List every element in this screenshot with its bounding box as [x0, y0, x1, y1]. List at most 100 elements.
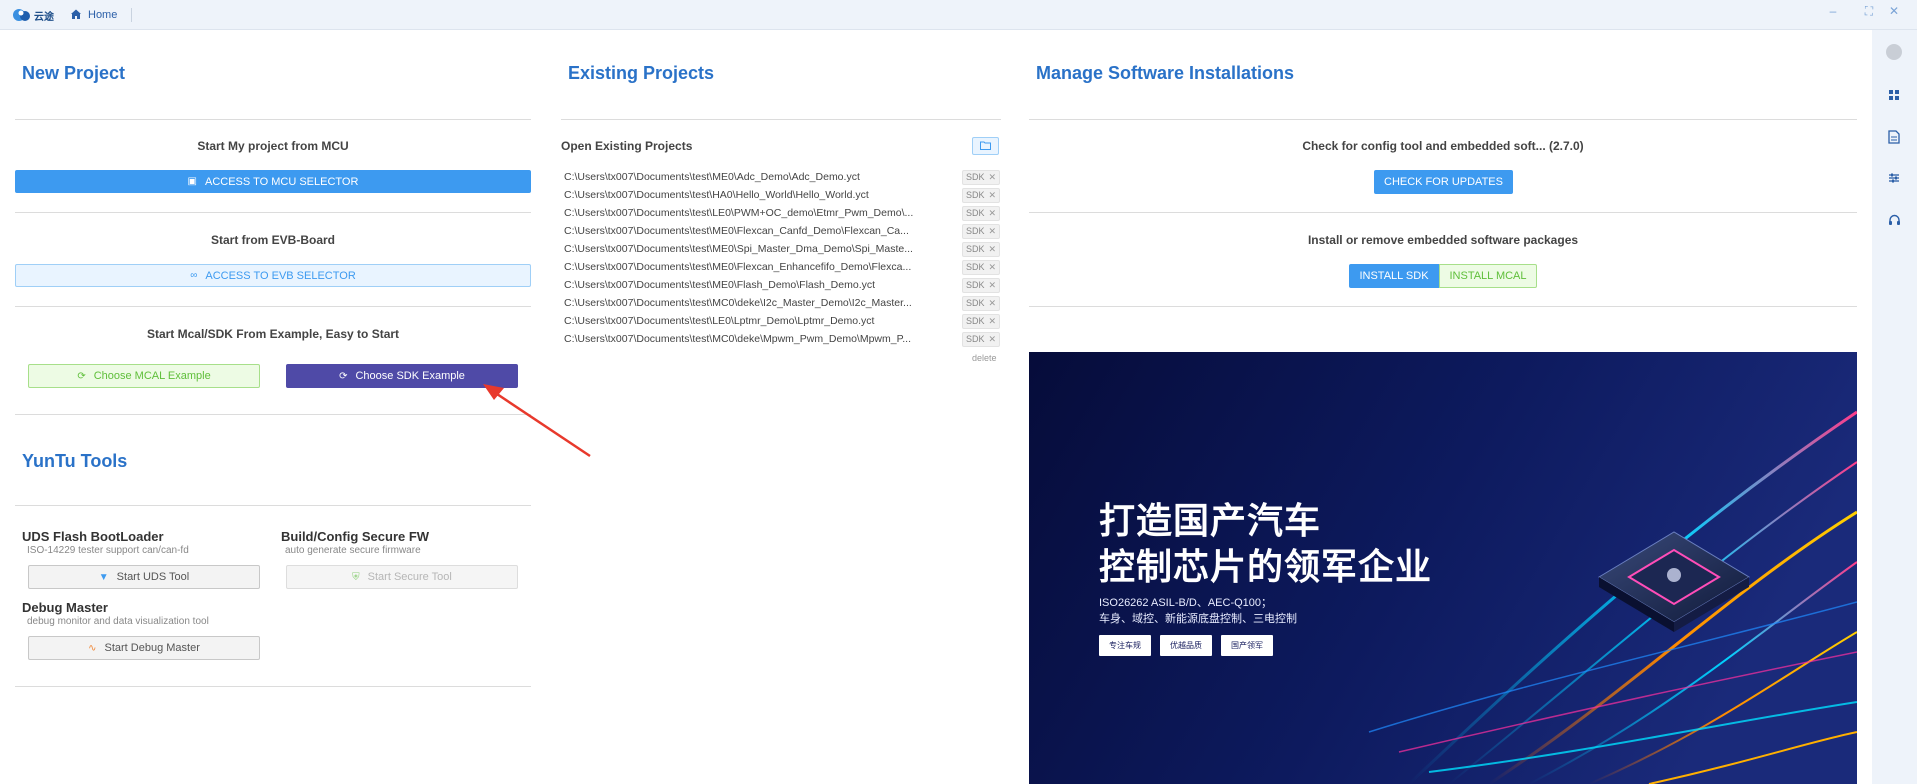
uds-tool-name: UDS Flash BootLoader: [22, 529, 164, 544]
chip-icon: ▣: [187, 176, 197, 187]
sdk-tag: SDK ✕: [961, 223, 1000, 239]
chart-line-icon: ∿: [88, 642, 97, 654]
sdk-tag: SDK ✕: [961, 169, 1000, 185]
project-row[interactable]: C:\Users\tx007\Documents\test\HA0\Hello_…: [564, 186, 1000, 204]
project-row[interactable]: C:\Users\tx007\Documents\test\LE0\PWM+OC…: [564, 204, 1000, 222]
close-button[interactable]: ✕: [1887, 4, 1901, 18]
project-row[interactable]: C:\Users\tx007\Documents\test\ME0\Flexca…: [564, 222, 1000, 240]
folder-icon: [980, 137, 991, 155]
logo-text: 云途: [34, 11, 54, 23]
sliders-icon[interactable]: [1884, 168, 1904, 188]
start-secure-tool-button[interactable]: ⛨ Start Secure Tool: [286, 565, 518, 589]
banner-chip: 优越品质: [1160, 635, 1212, 656]
debug-master-label: Start Debug Master: [104, 642, 200, 654]
debug-master-desc: debug monitor and data visualization too…: [27, 616, 209, 627]
project-row[interactable]: C:\Users\tx007\Documents\test\ME0\Flexca…: [564, 258, 1000, 276]
divider: [15, 212, 531, 213]
document-icon[interactable]: [1884, 127, 1904, 147]
avatar[interactable]: [1884, 42, 1904, 62]
open-existing-label: Open Existing Projects: [561, 139, 693, 153]
install-sdk-button[interactable]: INSTALL SDK: [1349, 264, 1439, 288]
start-uds-tool-button[interactable]: ▼ Start UDS Tool: [28, 565, 260, 589]
banner-headline-1: 打造国产汽车: [1099, 500, 1322, 541]
project-path[interactable]: C:\Users\tx007\Documents\test\LE0\Lptmr_…: [564, 315, 924, 327]
project-path[interactable]: C:\Users\tx007\Documents\test\MC0\deke\I…: [564, 297, 924, 309]
project-path[interactable]: C:\Users\tx007\Documents\test\ME0\Flexca…: [564, 261, 924, 273]
project-row[interactable]: C:\Users\tx007\Documents\test\ME0\Adc_De…: [564, 168, 1000, 186]
project-row[interactable]: C:\Users\tx007\Documents\test\ME0\Flash_…: [564, 276, 1000, 294]
remove-icon[interactable]: ✕: [988, 190, 996, 201]
secure-fw-desc: auto generate secure firmware: [285, 545, 421, 556]
project-path[interactable]: C:\Users\tx007\Documents\test\HA0\Hello_…: [564, 189, 924, 201]
divider: [15, 686, 531, 687]
project-path[interactable]: C:\Users\tx007\Documents\test\ME0\Spi_Ma…: [564, 243, 924, 255]
headset-icon[interactable]: [1884, 210, 1904, 230]
project-row[interactable]: C:\Users\tx007\Documents\test\LE0\Lptmr_…: [564, 312, 1000, 330]
shield-check-icon: ⛨: [352, 571, 360, 583]
remove-icon[interactable]: ✕: [988, 262, 996, 273]
sdk-tag: SDK ✕: [961, 205, 1000, 221]
start-debug-master-button[interactable]: ∿ Start Debug Master: [28, 636, 260, 660]
minimize-button[interactable]: –: [1826, 4, 1840, 18]
project-path[interactable]: C:\Users\tx007\Documents\test\ME0\Flash_…: [564, 279, 924, 291]
remove-icon[interactable]: ✕: [988, 172, 996, 183]
project-path[interactable]: C:\Users\tx007\Documents\test\LE0\PWM+OC…: [564, 207, 924, 219]
remove-icon[interactable]: ✕: [988, 316, 996, 327]
project-row[interactable]: C:\Users\tx007\Documents\test\ME0\Spi_Ma…: [564, 240, 1000, 258]
manage-software-title: Manage Software Installations: [1036, 63, 1295, 83]
remove-icon[interactable]: ✕: [988, 298, 996, 309]
project-row[interactable]: C:\Users\tx007\Documents\test\MC0\deke\I…: [564, 294, 1000, 312]
choose-mcal-example-button[interactable]: ⟳ Choose MCAL Example: [28, 364, 260, 388]
divider: [561, 119, 1001, 120]
annotation-arrow: [483, 384, 591, 458]
divider: [1029, 212, 1857, 213]
divider: [15, 306, 531, 307]
sdk-tag: SDK ✕: [961, 313, 1000, 329]
check-heading: Check for config tool and embedded soft.…: [1302, 139, 1584, 153]
divider: [1029, 119, 1857, 120]
remove-icon[interactable]: ✕: [988, 208, 996, 219]
banner-chip: 国产领军: [1221, 635, 1273, 656]
check-for-updates-button[interactable]: CHECK FOR UPDATES: [1374, 170, 1513, 194]
open-folder-button[interactable]: [972, 137, 999, 155]
divider: [1029, 306, 1857, 307]
evb-heading: Start from EVB-Board: [210, 233, 335, 247]
project-path[interactable]: C:\Users\tx007\Documents\test\MC0\deke\M…: [564, 333, 924, 345]
remove-icon[interactable]: ✕: [988, 334, 996, 345]
remove-icon[interactable]: ✕: [988, 226, 996, 237]
install-mcal-button[interactable]: INSTALL MCAL: [1439, 264, 1537, 288]
promo-banner: 打造国产汽车 控制芯片的领军企业 ISO26262 ASIL-B/D、AEC-Q…: [1029, 352, 1857, 784]
evb-selector-button[interactable]: ∞ ACCESS TO EVB SELECTOR: [15, 264, 531, 287]
evb-selector-label: ACCESS TO EVB SELECTOR: [205, 269, 356, 282]
remove-icon[interactable]: ✕: [988, 244, 996, 255]
sdk-tag: SDK ✕: [961, 259, 1000, 275]
sdk-tag: SDK ✕: [961, 241, 1000, 257]
refresh-icon: ⟳: [77, 370, 86, 382]
sdk-tag: SDK ✕: [961, 187, 1000, 203]
divider: [15, 119, 531, 120]
secure-tool-label: Start Secure Tool: [367, 571, 452, 583]
debug-master-name: Debug Master: [22, 600, 108, 615]
grid-icon[interactable]: [1884, 85, 1904, 105]
uds-tool-desc: ISO-14229 tester support can/can-fd: [27, 545, 189, 556]
mcu-selector-label: ACCESS TO MCU SELECTOR: [205, 175, 359, 188]
board-icon: ∞: [190, 270, 198, 281]
download-icon: ▼: [98, 571, 109, 583]
mcu-selector-button[interactable]: ▣ ACCESS TO MCU SELECTOR: [15, 170, 531, 193]
new-project-title: New Project: [22, 63, 126, 83]
maximize-button[interactable]: ⛶: [1862, 4, 1876, 19]
sdk-tag: SDK ✕: [961, 295, 1000, 311]
project-path[interactable]: C:\Users\tx007\Documents\test\ME0\Flexca…: [564, 225, 924, 237]
right-sidebar: [1872, 30, 1917, 784]
divider: [15, 505, 531, 506]
delete-link[interactable]: delete: [972, 353, 997, 363]
banner-subtitle-1: ISO26262 ASIL-B/D、AEC-Q100；: [1099, 597, 1273, 609]
sdk-tag: SDK ✕: [961, 277, 1000, 293]
project-path[interactable]: C:\Users\tx007\Documents\test\ME0\Adc_De…: [564, 171, 924, 183]
project-row[interactable]: C:\Users\tx007\Documents\test\MC0\deke\M…: [564, 330, 1000, 348]
tab-home[interactable]: Home: [70, 0, 117, 30]
secure-fw-name: Build/Config Secure FW: [281, 529, 430, 544]
remove-icon[interactable]: ✕: [988, 280, 996, 291]
install-heading: Install or remove embedded software pack…: [1307, 233, 1579, 247]
tab-separator: [131, 8, 132, 22]
